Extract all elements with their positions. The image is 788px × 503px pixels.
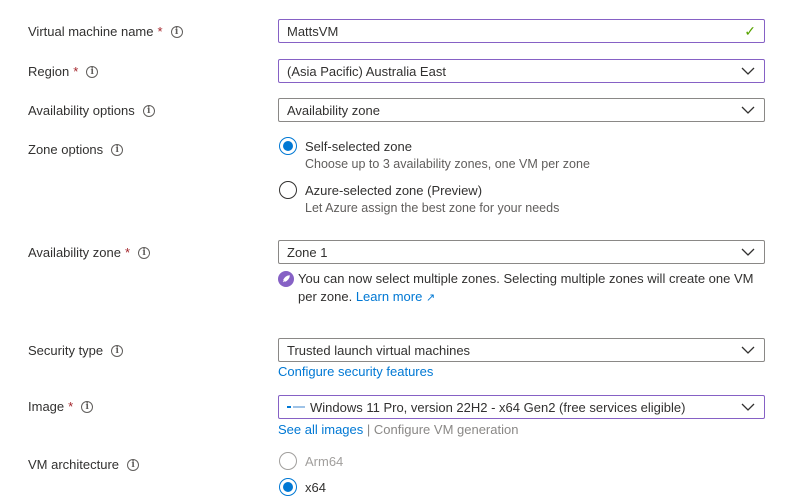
vm-name-label: Virtual machine name * i [28, 24, 183, 39]
arm64-label: Arm64 [305, 454, 344, 469]
image-links: See all images | Configure VM generation [278, 422, 518, 437]
info-icon[interactable]: i [127, 458, 140, 471]
availability-options-value: Availability zone [287, 102, 380, 118]
required-asterisk: * [68, 399, 74, 414]
security-type-value: Trusted launch virtual machines [287, 342, 471, 358]
chevron-down-icon [740, 63, 756, 79]
checkmark-icon: ✓ [744, 22, 756, 39]
external-link-icon: ↗ [425, 292, 436, 304]
availability-zone-label-text: Availability zone [28, 245, 121, 260]
zone-options-label: Zone options i [28, 142, 124, 157]
info-icon[interactable]: i [142, 104, 155, 117]
info-icon[interactable]: i [111, 344, 124, 357]
vm-architecture-label: VM architecture i [28, 457, 140, 472]
see-all-images-link[interactable]: See all images [278, 422, 363, 437]
arm64-radio [279, 452, 297, 470]
vm-name-label-text: Virtual machine name [28, 24, 154, 39]
zone-options-label-text: Zone options [28, 142, 104, 157]
required-asterisk: * [157, 24, 163, 39]
chevron-down-icon [740, 399, 756, 415]
region-label-text: Region [28, 64, 70, 79]
rocket-icon [278, 271, 294, 287]
availability-zone-value: Zone 1 [287, 244, 328, 260]
windows-image-icon [287, 404, 305, 410]
required-asterisk: * [124, 245, 131, 260]
configure-security-features-link[interactable]: Configure security features [278, 364, 433, 379]
availability-zone-dropdown[interactable]: Zone 1 [278, 240, 765, 264]
vm-architecture-label-text: VM architecture [28, 457, 120, 472]
note-text: You can now select multiple zones. Selec… [298, 270, 768, 307]
availability-options-label-text: Availability options [28, 103, 135, 118]
link-separator: | [366, 422, 371, 437]
self-selected-zone-title: Self-selected zone [305, 139, 412, 154]
vm-name-input[interactable]: MattsVM ✓ [278, 19, 765, 43]
image-value: Windows 11 Pro, version 22H2 - x64 Gen2 … [310, 399, 686, 415]
configure-vm-generation-link: Configure VM generation [373, 422, 519, 437]
region-label: Region * i [28, 64, 99, 79]
availability-zone-label: Availability zone * i [28, 245, 151, 260]
learn-more-label: Learn more [355, 289, 423, 304]
required-asterisk: * [73, 64, 79, 79]
region-dropdown[interactable]: (Asia Pacific) Australia East [278, 59, 765, 83]
vm-name-value: MattsVM [287, 23, 339, 39]
availability-options-label: Availability options i [28, 103, 155, 118]
security-type-label-text: Security type [28, 343, 104, 358]
multi-zone-note: You can now select multiple zones. Selec… [278, 270, 768, 307]
learn-more-link[interactable]: Learn more ↗ [356, 289, 435, 304]
azure-selected-zone-desc: Let Azure assign the best zone for your … [305, 201, 560, 215]
self-selected-zone-desc: Choose up to 3 availability zones, one V… [305, 157, 590, 171]
azure-selected-zone-title: Azure-selected zone (Preview) [305, 183, 483, 198]
security-links: Configure security features [278, 364, 433, 379]
azure-selected-zone-radio[interactable] [279, 181, 297, 199]
x64-radio[interactable] [279, 478, 297, 496]
info-icon[interactable]: i [111, 143, 124, 156]
chevron-down-icon [740, 244, 756, 260]
chevron-down-icon [740, 102, 756, 118]
info-icon[interactable]: i [170, 25, 183, 38]
chevron-down-icon [740, 342, 756, 358]
info-icon[interactable]: i [81, 400, 94, 413]
availability-options-dropdown[interactable]: Availability zone [278, 98, 765, 122]
security-type-label: Security type i [28, 343, 124, 358]
image-dropdown[interactable]: Windows 11 Pro, version 22H2 - x64 Gen2 … [278, 395, 765, 419]
image-label: Image * i [28, 399, 94, 414]
region-value: (Asia Pacific) Australia East [287, 63, 446, 79]
security-type-dropdown[interactable]: Trusted launch virtual machines [278, 338, 765, 362]
info-icon[interactable]: i [86, 65, 99, 78]
x64-label: x64 [305, 480, 326, 495]
image-label-text: Image [28, 399, 65, 414]
self-selected-zone-radio[interactable] [279, 137, 297, 155]
info-icon[interactable]: i [138, 246, 151, 259]
